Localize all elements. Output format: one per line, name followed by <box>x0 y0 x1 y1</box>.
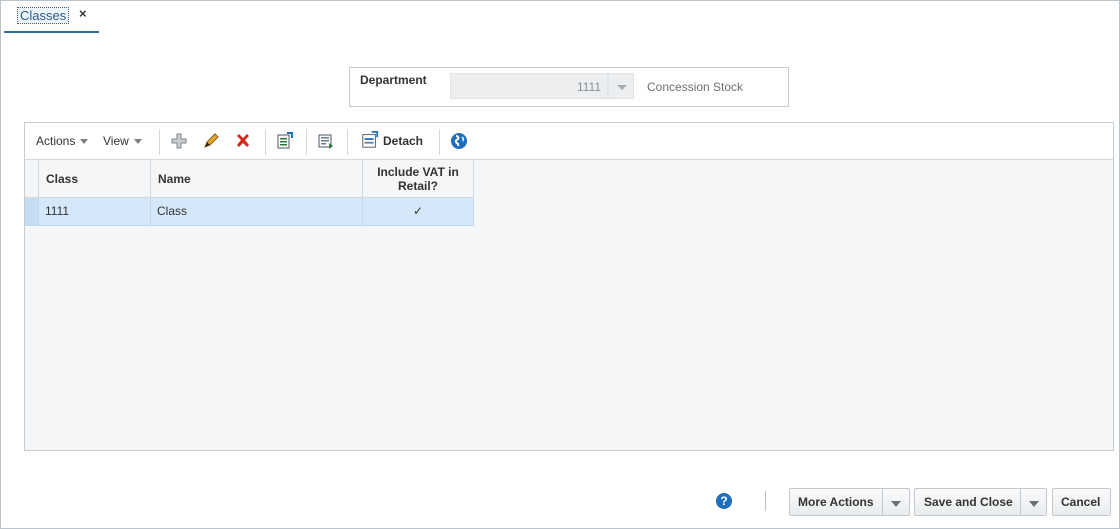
chevron-down-icon <box>80 139 89 144</box>
table-toolbar: Actions View Detach <box>25 123 1113 160</box>
help-icon[interactable]: ? <box>716 493 732 509</box>
column-header-vat-line2: Retail? <box>397 179 438 193</box>
close-tab-icon[interactable]: × <box>79 6 87 21</box>
delete-icon[interactable] <box>233 131 253 151</box>
classes-table-panel: Actions View Detach Class Name Include V… <box>24 122 1114 451</box>
export-to-excel-icon[interactable] <box>275 131 295 151</box>
add-icon[interactable] <box>169 131 189 151</box>
actions-menu[interactable]: Actions <box>36 134 89 148</box>
row-selector[interactable] <box>25 198 39 225</box>
cell-include-vat-checkmark[interactable]: ✓ <box>363 198 474 225</box>
department-label: Department <box>360 73 427 87</box>
button-split <box>882 489 883 515</box>
format-list-icon[interactable] <box>316 131 336 151</box>
chevron-down-icon <box>133 139 142 144</box>
toolbar-divider <box>265 129 266 155</box>
row-header-spacer <box>25 160 39 198</box>
view-menu-label: View <box>103 134 129 148</box>
cell-class[interactable]: 1111 <box>39 198 151 225</box>
cell-name[interactable]: Class <box>151 198 363 225</box>
tab-classes[interactable]: Classes × <box>4 0 99 33</box>
table-row[interactable]: 1111 Class ✓ <box>25 198 474 226</box>
toolbar-divider <box>159 129 160 155</box>
edit-icon[interactable] <box>201 131 221 151</box>
detach-button[interactable]: Detach <box>361 131 423 151</box>
view-menu[interactable]: View <box>103 134 142 148</box>
department-field: 1111 <box>450 73 608 99</box>
save-and-close-label: Save and Close <box>924 495 1013 509</box>
save-and-close-button[interactable]: Save and Close <box>914 488 1047 516</box>
cancel-button[interactable]: Cancel <box>1052 488 1111 516</box>
footer-divider <box>765 491 766 511</box>
column-header-include-vat[interactable]: Include VAT in Retail? <box>363 160 474 198</box>
toolbar-divider <box>439 129 440 155</box>
detach-label: Detach <box>383 134 424 148</box>
column-header-class[interactable]: Class <box>39 160 151 198</box>
department-description: Concession Stock <box>647 80 744 94</box>
chevron-down-icon[interactable] <box>891 501 901 507</box>
department-dropdown-button <box>608 73 634 99</box>
department-panel: Department 1111 Concession Stock <box>349 67 789 107</box>
actions-menu-label: Actions <box>36 134 76 148</box>
more-actions-label: More Actions <box>798 495 874 509</box>
globe-icon[interactable] <box>449 131 469 151</box>
column-header-vat-line1: Include VAT in <box>377 165 459 179</box>
more-actions-button[interactable]: More Actions <box>789 488 910 516</box>
button-split <box>1020 489 1021 515</box>
chevron-down-icon <box>617 85 627 90</box>
chevron-down-icon[interactable] <box>1029 501 1039 507</box>
column-header-name-label: Name <box>158 172 191 186</box>
detach-icon <box>362 131 379 148</box>
column-header-name[interactable]: Name <box>151 160 363 198</box>
toolbar-divider <box>306 129 307 155</box>
tab-label[interactable]: Classes <box>17 7 70 24</box>
cancel-label: Cancel <box>1061 495 1101 509</box>
toolbar-divider <box>347 129 348 155</box>
column-header-class-label: Class <box>46 172 79 186</box>
